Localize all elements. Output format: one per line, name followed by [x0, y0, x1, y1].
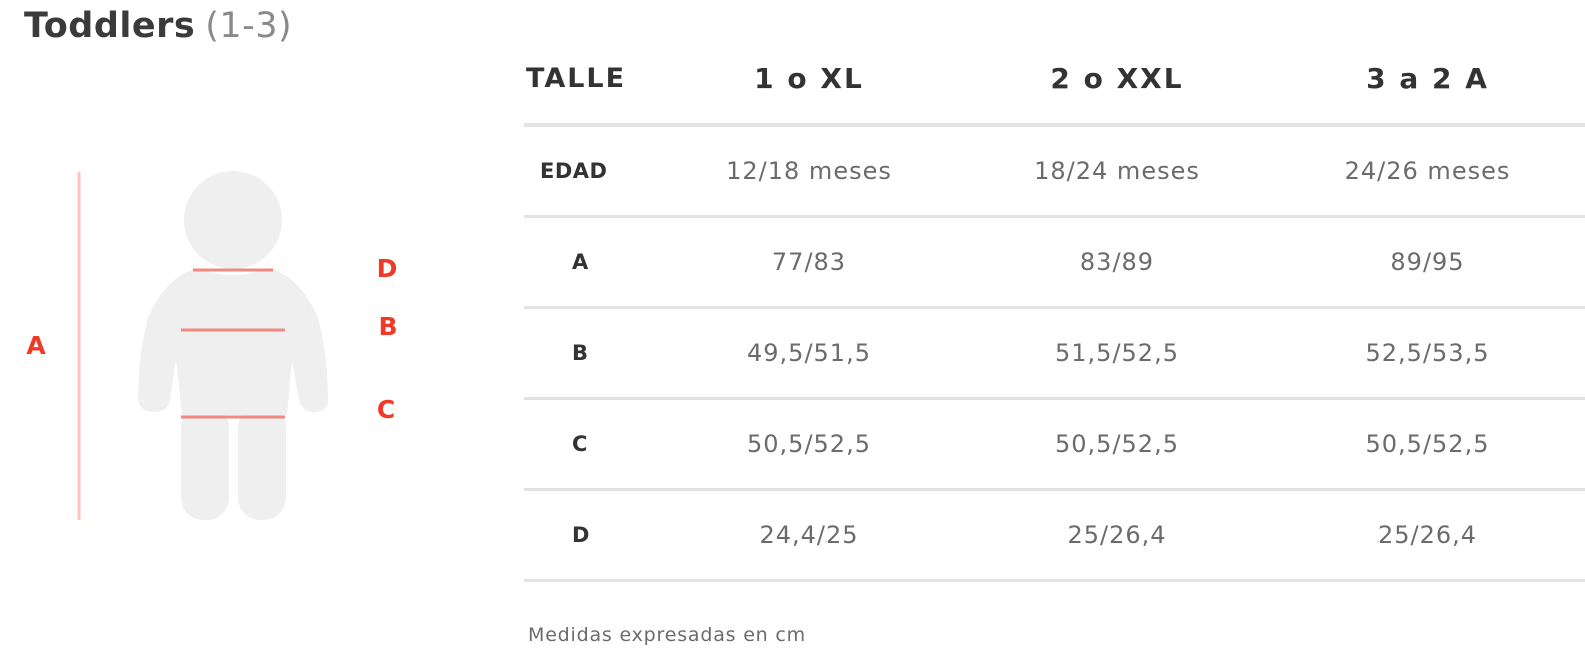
table-cell: 25/26,4	[1270, 489, 1585, 582]
table-cell: 52,5/53,5	[1270, 307, 1585, 400]
figure-label-c: C	[377, 395, 395, 424]
units-note: Medidas expresadas en cm	[528, 624, 806, 646]
column-header-size: 1 o XL	[654, 34, 964, 127]
page-title: Toddlers (1-3)	[24, 6, 292, 46]
table-row: D 24,4/25 25/26,4 25/26,4	[524, 489, 1585, 582]
size-chart-table: TALLE 1 o XL 2 o XXL 3 a 2 A EDAD 12/18 …	[524, 34, 1585, 582]
silhouette-head	[184, 171, 282, 269]
column-header-talle: TALLE	[524, 34, 654, 127]
table-cell: 25/26,4	[964, 489, 1270, 582]
table-cell: 50,5/52,5	[1270, 398, 1585, 491]
table-cell: 50,5/52,5	[654, 398, 964, 491]
toddler-measurement-diagram: A D B C	[26, 171, 398, 520]
row-label: C	[524, 398, 654, 491]
table-cell: 24,4/25	[654, 489, 964, 582]
table-cell: 12/18 meses	[654, 125, 964, 218]
figure-label-a: A	[26, 331, 46, 360]
table-cell: 18/24 meses	[964, 125, 1270, 218]
row-label: A	[524, 216, 654, 309]
row-label: B	[524, 307, 654, 400]
table-row: B 49,5/51,5 51,5/52,5 52,5/53,5	[524, 307, 1585, 400]
table-cell: 83/89	[964, 216, 1270, 309]
table-row: A 77/83 83/89 89/95	[524, 216, 1585, 309]
title-age-range: (1-3)	[205, 6, 293, 46]
table-cell: 89/95	[1270, 216, 1585, 309]
table-row: C 50,5/52,5 50,5/52,5 50,5/52,5	[524, 398, 1585, 491]
table-cell: 51,5/52,5	[964, 307, 1270, 400]
table-cell: 77/83	[654, 216, 964, 309]
silhouette-right-leg	[238, 405, 286, 520]
table-header-row: TALLE 1 o XL 2 o XXL 3 a 2 A	[524, 34, 1585, 127]
table-cell: 50,5/52,5	[964, 398, 1270, 491]
toddler-silhouette	[138, 171, 328, 520]
column-header-size: 3 a 2 A	[1270, 34, 1585, 127]
figure-label-b: B	[378, 312, 397, 341]
table-row: EDAD 12/18 meses 18/24 meses 24/26 meses	[524, 125, 1585, 218]
row-label: EDAD	[524, 125, 654, 218]
column-header-size: 2 o XXL	[964, 34, 1270, 127]
table-cell: 24/26 meses	[1270, 125, 1585, 218]
silhouette-left-leg	[181, 405, 229, 520]
title-main: Toddlers	[24, 6, 196, 46]
silhouette-body	[138, 268, 328, 415]
figure-label-d: D	[377, 254, 398, 283]
table-cell: 49,5/51,5	[654, 307, 964, 400]
row-label: D	[524, 489, 654, 582]
